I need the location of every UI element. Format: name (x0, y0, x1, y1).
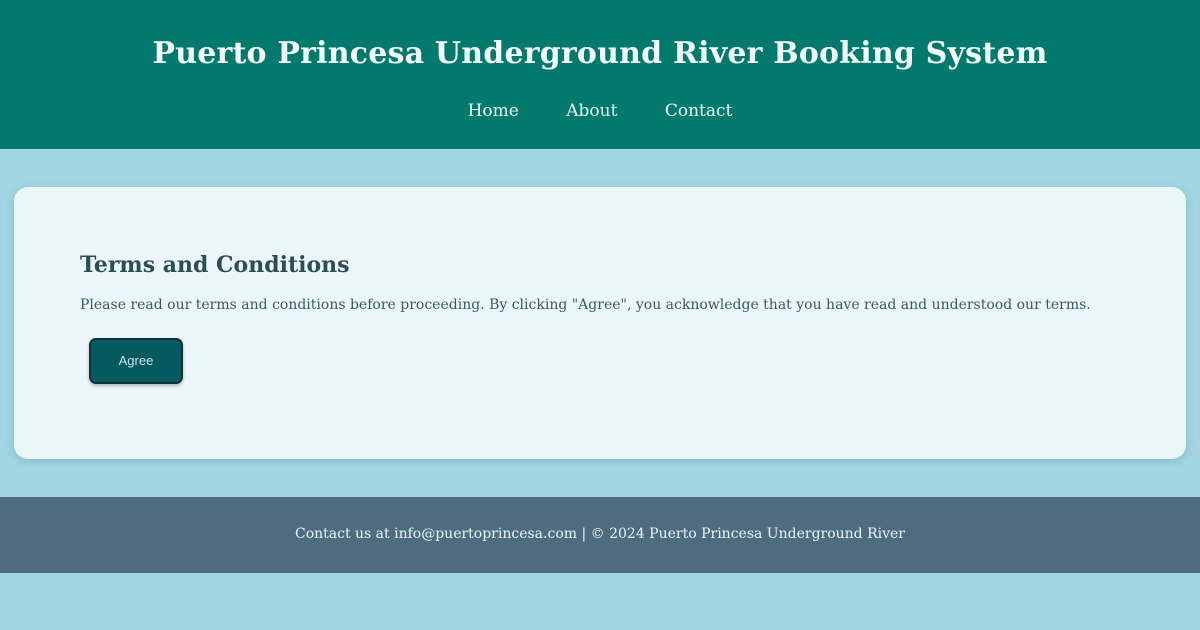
footer-email-link[interactable]: info@puertoprincesa.com (394, 526, 577, 542)
nav-link-home[interactable]: Home (468, 99, 519, 123)
nav-link-contact[interactable]: Contact (665, 99, 733, 123)
agree-button[interactable]: Agree (89, 338, 183, 384)
site-footer: Contact us at info@puertoprincesa.com | … (0, 497, 1200, 573)
terms-card: Terms and Conditions Please read our ter… (14, 187, 1186, 459)
site-header: Puerto Princesa Underground River Bookin… (0, 0, 1200, 149)
footer-contact-prefix: Contact us at (294, 526, 395, 542)
terms-description: Please read our terms and conditions bef… (80, 297, 1091, 313)
nav-link-about[interactable]: About (566, 99, 617, 123)
terms-heading: Terms and Conditions (80, 252, 350, 278)
main-nav: Home About Contact (0, 99, 1200, 123)
site-title: Puerto Princesa Underground River Bookin… (152, 36, 1048, 71)
footer-text: Contact us at info@puertoprincesa.com | … (0, 524, 1200, 544)
footer-copyright: | © 2024 Puerto Princesa Underground Riv… (577, 526, 905, 542)
